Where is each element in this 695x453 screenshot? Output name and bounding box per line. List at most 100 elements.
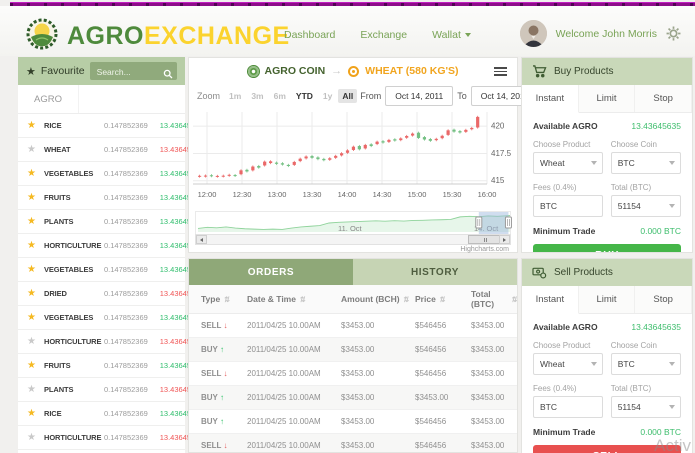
orders-tab[interactable]: HISTORY [353, 259, 517, 285]
order-row[interactable]: BUY ↑ 2011/04/25 10.00AM $3453.00 $3453.… [189, 386, 517, 410]
product-select[interactable]: Wheat [533, 353, 604, 375]
coin-select[interactable]: BTC [610, 353, 681, 375]
order-row[interactable]: SELL ↓ 2011/04/25 10.00AM $3453.00 $5464… [189, 362, 517, 386]
star-icon[interactable]: ★ [27, 312, 44, 323]
column-header[interactable]: Price [415, 294, 471, 304]
zoom-range-button[interactable]: 1y [319, 89, 336, 103]
order-type: BUY ↑ [201, 417, 224, 426]
buy-button[interactable]: BUY [533, 244, 681, 252]
favourite-row[interactable]: ★ PLANTS 0.147852369 13.436456 % ↓ [18, 378, 210, 402]
star-icon[interactable]: ★ [27, 408, 44, 419]
orders-tab[interactable]: ORDERS [189, 259, 353, 285]
chevron-down-icon [591, 161, 598, 165]
star-icon[interactable]: ★ [27, 264, 44, 275]
zoom-range-button[interactable]: 3m [247, 89, 267, 103]
cart-icon [533, 65, 547, 78]
total-select[interactable]: 51154 [610, 195, 681, 217]
star-icon[interactable]: ★ [27, 216, 44, 227]
trend-arrow-icon: ↓ [223, 321, 228, 330]
sort-icon[interactable] [403, 294, 409, 304]
favourite-row[interactable]: ★ WHEAT 0.147852369 13.436456 % ↓ [18, 138, 210, 162]
activate-watermark: Activ [654, 436, 691, 453]
sort-icon[interactable] [299, 294, 305, 304]
zoom-range-button[interactable]: YTD [292, 89, 317, 103]
star-icon[interactable]: ★ [27, 120, 44, 131]
nav-link[interactable]: Wallat [432, 29, 471, 41]
column-header[interactable]: Amount (BCH) [341, 294, 415, 304]
order-row[interactable]: SELL ↓ 2011/04/25 10.00AM $3453.00 $5464… [189, 434, 517, 452]
candlestick-chart[interactable]: 12:00 12:30 13:00 13:30 14:00 14:30 15:00 15:30… [189, 108, 517, 209]
order-price: $3453.00 [415, 393, 449, 402]
highcharts-credit[interactable]: Highcharts.com [189, 245, 517, 253]
favourite-row[interactable]: ★ FRUITS 0.147852369 13.436456 % ↑ [18, 186, 210, 210]
order-row[interactable]: BUY ↑ 2011/04/25 10.00AM $3453.00 $54645… [189, 338, 517, 362]
favourite-row[interactable]: ★ FRUITS 0.147852369 13.436456 % ↑ [18, 354, 210, 378]
trade-tab[interactable]: Limit [579, 286, 636, 313]
star-icon[interactable]: ★ [27, 192, 44, 203]
scroll-right-icon[interactable] [499, 235, 510, 244]
trade-tab[interactable]: Limit [579, 85, 636, 112]
fees-input[interactable]: BTC [533, 195, 604, 217]
sort-icon[interactable] [223, 294, 229, 304]
zoom-range-button[interactable]: 1m [225, 89, 245, 103]
trade-tab[interactable]: Instant [522, 85, 579, 113]
brand-logo[interactable]: AGROEXCHANGE [24, 16, 290, 57]
product-select[interactable]: Wheat [533, 152, 604, 174]
star-icon[interactable]: ★ [27, 432, 44, 443]
from-date-input[interactable] [385, 86, 454, 106]
gear-icon[interactable] [666, 26, 681, 41]
star-icon[interactable]: ★ [27, 360, 44, 371]
scrollbar-thumb[interactable] [467, 235, 503, 244]
chart-navigator[interactable]: 11. Oct14. Oct [195, 211, 512, 234]
column-header[interactable]: Date & Time [247, 294, 341, 304]
star-icon[interactable]: ★ [27, 240, 44, 251]
trade-tab[interactable]: Stop [635, 85, 692, 112]
zoom-range-button[interactable]: All [338, 89, 358, 103]
order-price: $546456 [415, 441, 447, 450]
column-header[interactable]: Type [201, 294, 247, 304]
commodity-value: 0.147852369 [104, 337, 148, 346]
favourites-tabbar: AGRO [18, 85, 185, 114]
favourite-row[interactable]: ★ PLANTS 0.147852369 13.436456 % ↑ [18, 210, 210, 234]
chart-menu-icon[interactable] [494, 67, 507, 78]
favourite-row[interactable]: ★ HORTICULTURE 0.147852369 13.436456 % ↓ [18, 426, 210, 450]
star-icon[interactable]: ★ [27, 144, 44, 155]
favourite-row[interactable]: ★ HORTICULTURE 0.147852369 13.436456 % ↓ [18, 330, 210, 354]
trade-tab[interactable]: Stop [635, 286, 692, 313]
star-icon[interactable]: ★ [27, 168, 44, 179]
favourite-row[interactable]: ★ VEGETABLES 0.147852369 13.436456 % ↑ [18, 162, 210, 186]
order-row[interactable]: SELL ↓ 2011/04/25 10.00AM $3453.00 $5464… [189, 314, 517, 338]
search-icon[interactable] [163, 66, 173, 84]
sort-icon[interactable] [439, 294, 445, 304]
favourite-row[interactable]: ★ RICE 0.147852369 13.436456 % ↑ [18, 114, 210, 138]
zoom-range-button[interactable]: 6m [270, 89, 290, 103]
orders-tabbar: ORDERS HISTORY [189, 259, 517, 285]
favourite-row[interactable]: ★ VEGETABLES 0.147852369 13.436456 % ↑ [18, 306, 210, 330]
star-icon[interactable]: ★ [27, 336, 44, 347]
nav-link[interactable]: Exchange [360, 29, 407, 41]
coin-select[interactable]: BTC [610, 152, 681, 174]
favourite-row[interactable]: ★ VEGETABLES 0.147852369 13.436456 % ↑ [18, 258, 210, 282]
order-price: $546456 [415, 417, 447, 426]
buy-form: Available AGRO 13.43645635 Choose Produc… [522, 113, 692, 252]
favourite-row[interactable]: ★ RICE 0.147852369 13.436456 % ↑ [18, 402, 210, 426]
tab-agro[interactable]: AGRO [18, 85, 79, 113]
chart-scrollbar[interactable] [195, 234, 511, 245]
scroll-left-icon[interactable] [196, 235, 207, 244]
chevron-down-icon [669, 161, 675, 165]
commodity-name: VEGETABLES [44, 313, 94, 322]
sort-icon[interactable] [511, 294, 517, 304]
star-icon[interactable]: ★ [27, 288, 44, 299]
fees-input[interactable]: BTC [533, 396, 604, 418]
order-amount: $3453.00 [341, 393, 375, 402]
nav-link-label: Wallat [432, 29, 461, 41]
favourite-row[interactable]: ★ HORTICULTURE 0.147852369 13.436456 % ↑ [18, 234, 210, 258]
trade-tab[interactable]: Instant [522, 286, 579, 314]
favourite-row[interactable]: ★ DRIED 0.147852369 13.436456 % ↓ [18, 282, 210, 306]
star-icon[interactable]: ★ [27, 384, 44, 395]
column-header[interactable]: Total (BTC) [471, 289, 517, 309]
avatar[interactable] [519, 20, 547, 47]
total-select[interactable]: 51154 [610, 396, 681, 418]
nav-link[interactable]: Dashboard [284, 29, 335, 41]
order-row[interactable]: BUY ↑ 2011/04/25 10.00AM $3453.00 $54645… [189, 410, 517, 434]
